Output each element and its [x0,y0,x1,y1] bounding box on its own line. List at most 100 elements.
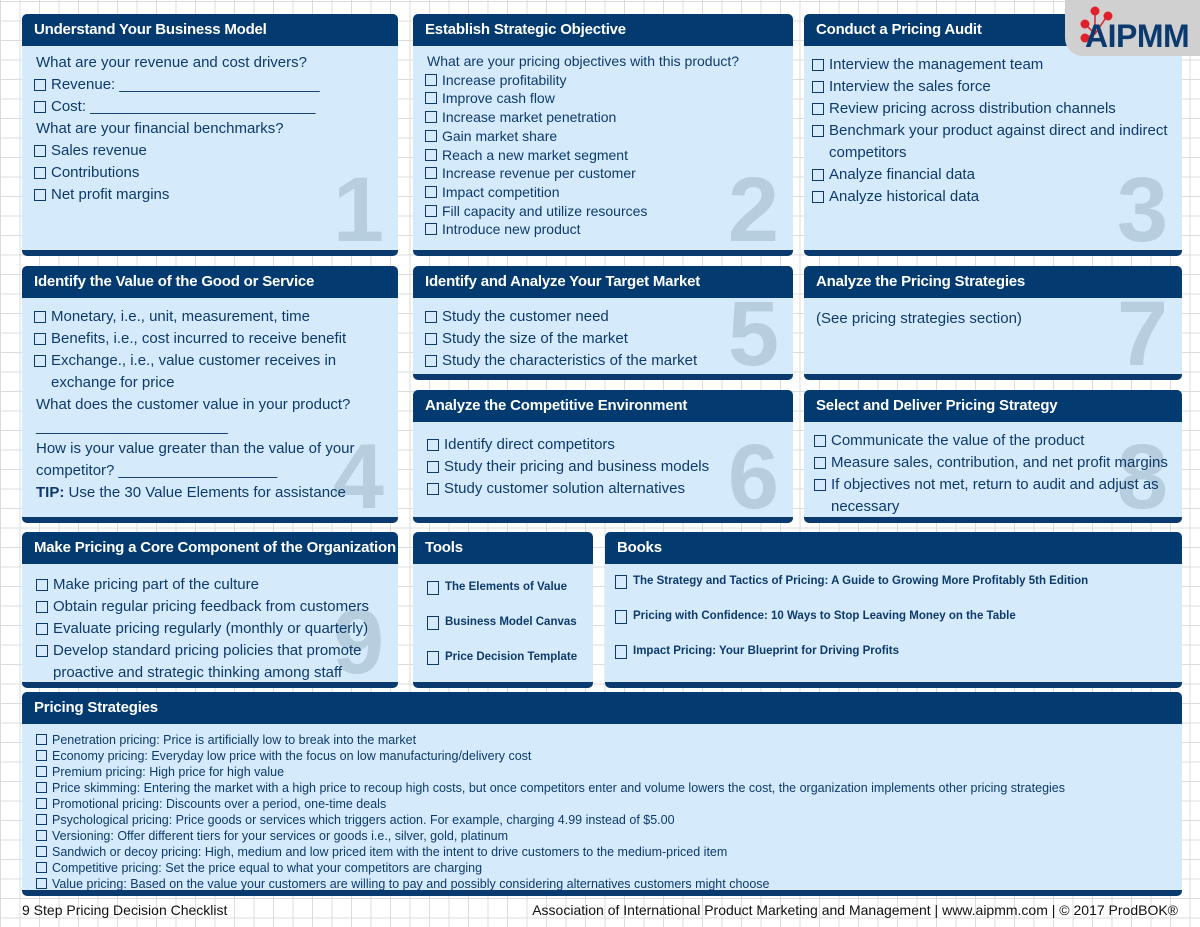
checklist-item[interactable]: Make pricing part of the culture [36,574,388,596]
checklist-item[interactable]: Reach a new market segment [425,146,783,165]
checkbox[interactable] [615,575,627,589]
checkbox[interactable] [812,81,824,93]
checklist-item[interactable]: Business Model Canvas [427,605,583,640]
checkbox[interactable] [812,169,824,181]
checkbox[interactable] [812,125,824,137]
checklist-item[interactable]: The Elements of Value [427,570,583,605]
checklist-item[interactable]: Promotional pricing: Discounts over a pe… [36,796,1172,812]
checkbox[interactable] [814,435,826,447]
checklist-item[interactable]: Interview the sales force [812,76,1172,98]
checklist-item[interactable]: Revenue: ________________________ [34,74,388,96]
checklist-item[interactable]: Impact competition [425,183,783,202]
checkbox[interactable] [427,483,439,495]
checklist-item[interactable]: Value pricing: Based on the value your c… [36,876,1172,890]
checklist-item[interactable]: Monetary, i.e., unit, measurement, time [34,306,388,328]
checklist-item[interactable]: Contributions [34,162,388,184]
checkbox[interactable] [34,355,46,367]
checklist-item[interactable]: Study the characteristics of the market [425,350,783,372]
checkbox[interactable] [36,798,47,809]
checkbox[interactable] [425,73,437,86]
checkbox[interactable] [425,311,437,323]
checkbox[interactable] [425,129,437,142]
checkbox[interactable] [36,750,47,761]
checklist-item[interactable]: Price Decision Template [427,640,583,675]
checkbox[interactable] [425,111,437,124]
checklist-item[interactable]: Interview the management team [812,54,1172,76]
checkbox[interactable] [36,734,47,745]
checklist-item[interactable]: Improve cash flow [425,89,783,108]
checklist-item[interactable]: Increase profitability [425,71,783,90]
checkbox[interactable] [36,814,47,825]
checklist-item[interactable]: Introduce new product [425,220,783,239]
checkbox[interactable] [425,92,437,105]
checkbox[interactable] [425,167,437,180]
checklist-item[interactable]: Net profit margins [34,184,388,206]
checkbox[interactable] [36,862,47,873]
checkbox[interactable] [34,167,46,179]
checklist-item[interactable]: Cost: ___________________________ [34,96,388,118]
checklist-item[interactable]: Study the size of the market [425,328,783,350]
checklist-item[interactable]: Exchange., i.e., value customer receives… [34,350,388,394]
checkbox[interactable] [34,79,46,91]
checklist-item[interactable]: Study customer solution alternatives [427,478,783,500]
checkbox[interactable] [427,616,439,630]
checklist-item[interactable]: Analyze historical data [812,186,1172,208]
checkbox[interactable] [36,623,48,635]
checkbox[interactable] [427,581,439,595]
checklist-item[interactable]: Sandwich or decoy pricing: High, medium … [36,844,1172,860]
checkbox[interactable] [812,59,824,71]
checklist-item[interactable]: Communicate the value of the product [814,430,1172,452]
checklist-item[interactable]: Versioning: Offer different tiers for yo… [36,828,1172,844]
checklist-item[interactable]: If objectives not met, return to audit a… [814,474,1172,517]
checkbox[interactable] [36,782,47,793]
checkbox[interactable] [812,191,824,203]
checklist-item[interactable]: Competitive pricing: Set the price equal… [36,860,1172,876]
checklist-item[interactable]: Price skimming: Entering the market with… [36,780,1172,796]
checklist-item[interactable]: The Strategy and Tactics of Pricing: A G… [615,564,1172,599]
checkbox[interactable] [427,439,439,451]
checklist-item[interactable]: Obtain regular pricing feedback from cus… [36,596,388,618]
checkbox[interactable] [36,645,48,657]
checkbox[interactable] [36,830,47,841]
checkbox[interactable] [814,457,826,469]
checkbox[interactable] [36,579,48,591]
checklist-item[interactable]: Evaluate pricing regularly (monthly or q… [36,618,388,640]
checklist-item[interactable]: Penetration pricing: Price is artificial… [36,732,1172,748]
checkbox[interactable] [814,479,826,491]
checkbox[interactable] [812,103,824,115]
checkbox[interactable] [425,333,437,345]
checklist-item[interactable]: Analyze financial data [812,164,1172,186]
checkbox[interactable] [425,204,437,217]
checklist-item[interactable]: Gain market share [425,127,783,146]
checkbox[interactable] [36,601,48,613]
checklist-item[interactable]: Economy pricing: Everyday low price with… [36,748,1172,764]
checkbox[interactable] [34,101,46,113]
checkbox[interactable] [36,846,47,857]
checklist-item[interactable]: Increase revenue per customer [425,164,783,183]
checklist-item[interactable]: Sales revenue [34,140,388,162]
checkbox[interactable] [425,148,437,161]
checkbox[interactable] [36,878,47,889]
checkbox[interactable] [34,311,46,323]
checkbox[interactable] [427,461,439,473]
checkbox[interactable] [615,645,627,659]
checklist-item[interactable]: Develop standard pricing policies that p… [36,640,388,682]
checkbox[interactable] [36,766,47,777]
checklist-item[interactable]: Study their pricing and business models [427,456,783,478]
checklist-item[interactable]: Impact Pricing: Your Blueprint for Drivi… [615,634,1172,669]
checkbox[interactable] [34,189,46,201]
checklist-item[interactable]: Fill capacity and utilize resources [425,202,783,221]
checkbox[interactable] [34,145,46,157]
checkbox[interactable] [425,185,437,198]
checklist-item[interactable]: Pricing with Confidence: 10 Ways to Stop… [615,599,1172,634]
checkbox[interactable] [427,651,439,665]
checklist-item[interactable]: Study the customer need [425,306,783,328]
checklist-item[interactable]: Premium pricing: High price for high val… [36,764,1172,780]
checklist-item[interactable]: Review pricing across distribution chann… [812,98,1172,120]
checklist-item[interactable]: Benefits, i.e., cost incurred to receive… [34,328,388,350]
checkbox[interactable] [34,333,46,345]
checkbox[interactable] [425,355,437,367]
checklist-item[interactable]: Benchmark your product against direct an… [812,120,1172,164]
checklist-item[interactable]: Measure sales, contribution, and net pro… [814,452,1172,474]
checklist-item[interactable]: Identify direct competitors [427,434,783,456]
